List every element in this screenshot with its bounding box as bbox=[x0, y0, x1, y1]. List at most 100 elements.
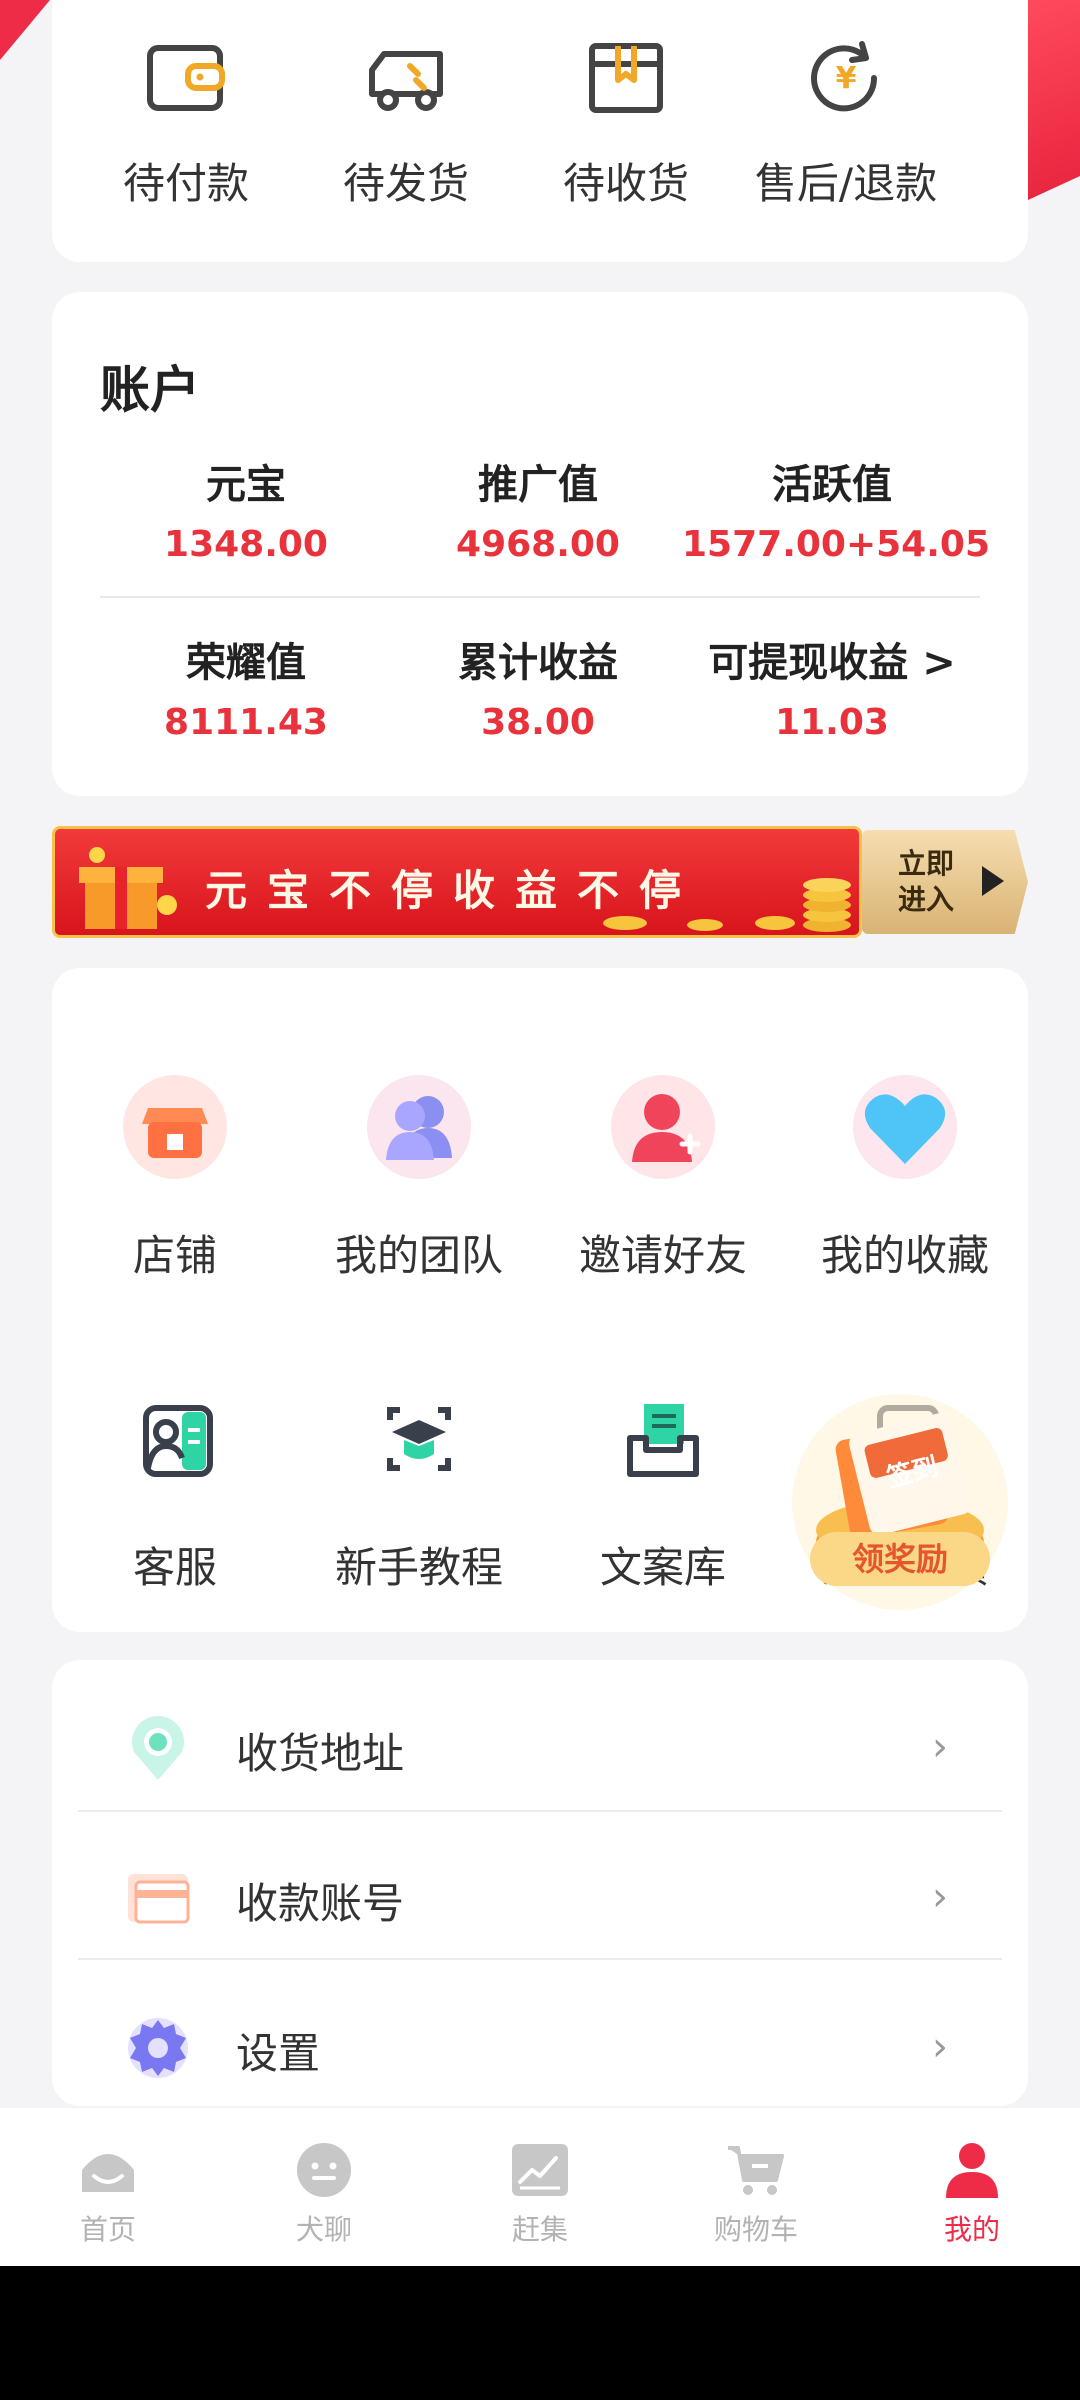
row-shipping-address[interactable]: 收货地址 › bbox=[78, 1672, 1002, 1822]
stat-yuanbao-label: 元宝 bbox=[206, 462, 286, 508]
tab-cart-label: 购物车 bbox=[713, 2213, 798, 2246]
chevron-right-icon: › bbox=[932, 1874, 948, 1920]
service-tutorial-label: 新手教程 bbox=[334, 1543, 503, 1592]
account-title: 账户 bbox=[100, 361, 200, 419]
shop-icon bbox=[123, 1075, 227, 1179]
profile-icon bbox=[946, 2143, 998, 2198]
gift-box-icon bbox=[79, 847, 177, 929]
stat-honor[interactable]: 荣耀值 8111.43 bbox=[96, 630, 396, 743]
order-status-card: 待付款 待发货 待收货 ¥ 售后/退款 bbox=[52, 0, 1028, 262]
account-card: 账户 元宝 1348.00 推广值 4968.00 活跃值 1577.00+54… bbox=[52, 292, 1028, 796]
stat-total-earnings[interactable]: 累计收益 38.00 bbox=[388, 630, 688, 743]
tab-chat[interactable]: 犬聊 bbox=[216, 2108, 432, 2266]
svg-text:¥: ¥ bbox=[836, 61, 857, 96]
row-payment-account[interactable]: 收款账号 › bbox=[78, 1822, 1002, 1972]
tab-home[interactable]: 首页 bbox=[0, 2108, 216, 2266]
service-team-label: 我的团队 bbox=[334, 1231, 503, 1280]
invite-friend-icon bbox=[611, 1075, 715, 1179]
stat-withdrawable-label: 可提现收益 > bbox=[708, 640, 956, 686]
promo-enter-label: 立即 进入 bbox=[898, 846, 954, 918]
gear-icon bbox=[128, 2018, 188, 2078]
stat-activity-label: 活跃值 bbox=[772, 462, 892, 508]
stat-honor-label: 荣耀值 bbox=[186, 640, 306, 686]
stat-yuanbao-value: 1348.00 bbox=[164, 524, 328, 565]
copy-library-icon bbox=[627, 1404, 699, 1477]
promo-enter-line2: 进入 bbox=[898, 883, 955, 916]
tab-cart[interactable]: 购物车 bbox=[648, 2108, 864, 2266]
heart-icon bbox=[853, 1075, 957, 1179]
row-shipping-address-label: 收货地址 bbox=[236, 1729, 405, 1778]
tab-chat-label: 犬聊 bbox=[295, 2213, 352, 2246]
service-invite[interactable]: 邀请好友 bbox=[540, 1072, 786, 1292]
order-pending-payment-label: 待付款 bbox=[122, 159, 249, 208]
service-copy-library-label: 文案库 bbox=[599, 1543, 726, 1592]
chat-icon bbox=[297, 2143, 351, 2197]
service-tutorial[interactable]: 新手教程 bbox=[296, 1384, 542, 1604]
order-pending-shipment[interactable]: 待发货 bbox=[296, 0, 516, 230]
location-pin-icon bbox=[132, 1716, 184, 1780]
service-customer-service-label: 客服 bbox=[132, 1543, 217, 1592]
package-icon bbox=[589, 43, 663, 113]
header-decoration-right bbox=[1028, 0, 1080, 200]
stat-promotion-value: 4968.00 bbox=[456, 524, 620, 565]
customer-service-icon bbox=[143, 1405, 213, 1477]
row-payment-account-label: 收款账号 bbox=[236, 1879, 405, 1928]
settings-divider bbox=[78, 1810, 1002, 1812]
row-settings-label: 设置 bbox=[236, 2029, 321, 2078]
signin-reward-label: 领奖励 bbox=[810, 1532, 990, 1586]
bottom-tab-bar: 首页 犬聊 赶集 购物车 我的 bbox=[0, 2108, 1080, 2266]
promo-banner[interactable]: 元宝不停收益不停 立即 进入 bbox=[52, 826, 1028, 938]
order-after-sales[interactable]: ¥ 售后/退款 bbox=[736, 0, 956, 230]
team-icon bbox=[367, 1075, 471, 1179]
settings-divider bbox=[78, 1958, 1002, 1960]
tab-profile-label: 我的 bbox=[943, 2213, 1000, 2246]
cart-icon bbox=[728, 2146, 784, 2195]
service-shop-label: 店铺 bbox=[132, 1231, 217, 1280]
wallet-icon bbox=[147, 45, 225, 111]
card-icon bbox=[128, 1874, 190, 1924]
signin-calendar-icon bbox=[792, 1394, 1008, 1610]
market-icon bbox=[512, 2144, 568, 2196]
truck-icon bbox=[369, 51, 443, 111]
tab-market-label: 赶集 bbox=[511, 2213, 568, 2246]
service-favorites[interactable]: 我的收藏 bbox=[782, 1072, 1028, 1292]
chevron-right-icon: › bbox=[932, 2024, 948, 2070]
header-decoration-left bbox=[0, 0, 50, 60]
service-team[interactable]: 我的团队 bbox=[296, 1072, 542, 1292]
order-after-sales-label: 售后/退款 bbox=[754, 159, 938, 208]
row-settings[interactable]: 设置 › bbox=[78, 1972, 1002, 2122]
signin-reward-widget[interactable]: 签到 领奖励 bbox=[780, 1392, 1020, 1622]
service-copy-library[interactable]: 文案库 bbox=[540, 1384, 786, 1604]
stat-total-earnings-value: 38.00 bbox=[481, 702, 595, 743]
play-arrow-icon bbox=[982, 866, 1004, 896]
stat-activity[interactable]: 活跃值 1577.00+54.05 bbox=[682, 452, 991, 565]
service-invite-label: 邀请好友 bbox=[578, 1231, 747, 1280]
coins-icon bbox=[603, 878, 851, 932]
stat-promotion[interactable]: 推广值 4968.00 bbox=[388, 452, 688, 565]
stat-total-earnings-label: 累计收益 bbox=[458, 640, 618, 686]
account-divider bbox=[100, 596, 980, 598]
service-shop[interactable]: 店铺 bbox=[52, 1072, 298, 1292]
stat-activity-value: 1577.00+54.05 bbox=[682, 524, 991, 565]
tab-profile[interactable]: 我的 bbox=[864, 2108, 1080, 2266]
stat-yuanbao[interactable]: 元宝 1348.00 bbox=[96, 452, 396, 565]
order-pending-payment[interactable]: 待付款 bbox=[76, 0, 296, 230]
stat-promotion-label: 推广值 bbox=[478, 462, 598, 508]
order-pending-shipment-label: 待发货 bbox=[342, 159, 469, 208]
tab-home-label: 首页 bbox=[79, 2213, 136, 2246]
refund-icon: ¥ bbox=[811, 41, 878, 112]
service-favorites-label: 我的收藏 bbox=[820, 1231, 989, 1280]
service-customer-service[interactable]: 客服 bbox=[52, 1384, 298, 1604]
promo-enter-button[interactable]: 立即 进入 bbox=[862, 830, 1028, 934]
stat-withdrawable[interactable]: 可提现收益 > 11.03 bbox=[682, 630, 982, 743]
tutorial-icon bbox=[387, 1407, 451, 1471]
tab-market[interactable]: 赶集 bbox=[432, 2108, 648, 2266]
stat-withdrawable-value: 11.03 bbox=[775, 702, 889, 743]
promo-enter-line1: 立即 bbox=[898, 847, 955, 880]
chevron-right-icon: › bbox=[932, 1724, 948, 1770]
home-icon bbox=[82, 2154, 134, 2192]
order-pending-receipt-label: 待收货 bbox=[562, 159, 689, 208]
stat-honor-value: 8111.43 bbox=[164, 702, 328, 743]
order-pending-receipt[interactable]: 待收货 bbox=[516, 0, 736, 230]
promo-banner-body: 元宝不停收益不停 bbox=[52, 826, 862, 938]
